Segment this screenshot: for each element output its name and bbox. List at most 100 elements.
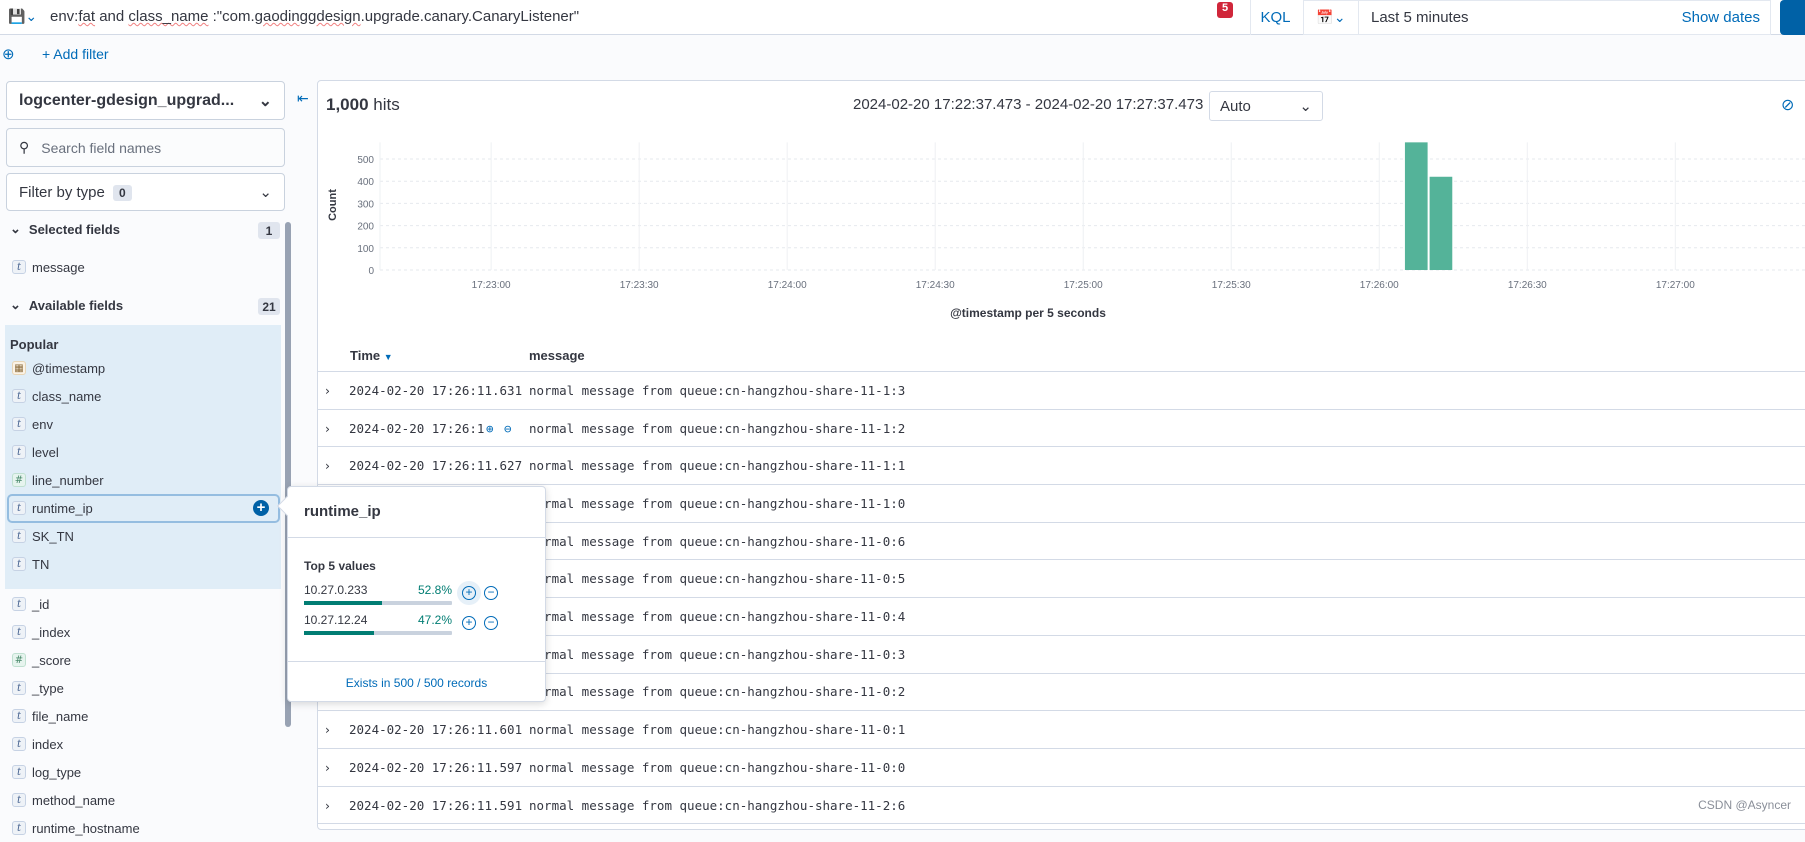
field-type-icon: t xyxy=(12,737,26,751)
field-name: class_name xyxy=(32,388,102,404)
field-name: _score xyxy=(32,652,72,668)
field-type-icon: t xyxy=(12,793,26,807)
field-item[interactable]: t _id xyxy=(12,590,49,618)
top-value: 10.27.0.233 xyxy=(304,583,368,597)
top-value-item: 10.27.12.24 47.2% xyxy=(304,613,452,627)
field-name: SK_TN xyxy=(32,528,74,544)
table-row[interactable]: › 2024-02-20 17:26:11.591 normal message f… xyxy=(317,787,1805,825)
field-item[interactable]: t _type xyxy=(12,674,64,702)
field-item[interactable]: ▦ @timestamp xyxy=(12,354,105,382)
field-name: _index xyxy=(32,624,71,640)
y-tick-label: 0 xyxy=(368,266,374,277)
field-name: file_name xyxy=(32,708,89,724)
field-item[interactable]: t index xyxy=(12,730,63,758)
field-type-icon: ▦ xyxy=(12,361,26,375)
column-message[interactable]: message xyxy=(529,348,585,363)
field-type-icon: t xyxy=(12,821,26,835)
row-message: normal message from queue:cn-hangzhou-sh… xyxy=(529,646,906,662)
expand-row-icon[interactable]: › xyxy=(325,798,330,813)
row-message: normal message from queue:cn-hangzhou-sh… xyxy=(529,609,906,625)
field-item[interactable]: t class_name xyxy=(12,382,101,410)
filter-out-value-icon[interactable]: − xyxy=(484,616,498,630)
y-tick-label: 300 xyxy=(357,199,374,210)
field-item[interactable]: t runtime_hostname xyxy=(12,814,140,842)
y-tick-label: 100 xyxy=(357,244,374,255)
field-type-icon: t xyxy=(12,681,26,695)
field-item[interactable]: t TN xyxy=(12,550,49,578)
table-header: Time ▼ message xyxy=(317,338,1805,372)
top-value-item: 10.27.0.233 52.8% xyxy=(304,583,452,597)
table-row[interactable]: › 2024-02-20 17:26:11 ⊕ ⊖ normal message fro… xyxy=(317,410,1805,448)
row-message: normal message from queue:cn-hangzhou-sh… xyxy=(529,722,906,738)
field-type-icon: t xyxy=(12,765,26,779)
field-popover: runtime_ip Top 5 values 10.27.0.233 52.8%… xyxy=(277,486,546,702)
field-type-icon: # xyxy=(12,653,26,667)
filter-for-value-icon[interactable]: ⊕ xyxy=(484,420,496,436)
y-tick-label: 500 xyxy=(357,155,374,166)
field-name: runtime_hostname xyxy=(32,820,140,836)
top-value-pct: 52.8% xyxy=(417,583,452,597)
x-tick-label: 17:27:00 xyxy=(1656,280,1695,291)
top-value: 10.27.12.24 xyxy=(304,613,368,627)
x-axis-label: @timestamp per 5 seconds xyxy=(950,306,1106,320)
field-type-icon: t xyxy=(12,709,26,723)
field-item[interactable]: t method_name xyxy=(12,786,115,814)
sort-desc-icon[interactable]: ▼ xyxy=(384,352,393,362)
add-field-icon[interactable]: + xyxy=(253,500,269,516)
field-item[interactable]: # _score xyxy=(12,646,71,674)
x-tick-label: 17:26:00 xyxy=(1360,280,1399,291)
field-item[interactable]: t _index xyxy=(12,618,70,646)
top-value-pct: 47.2% xyxy=(417,613,452,627)
row-time: 2024-02-20 17:26:11.631 xyxy=(349,382,523,398)
row-message: normal message from queue:cn-hangzhou-sh… xyxy=(529,382,906,398)
field-name: method_name xyxy=(32,792,116,808)
field-name: level xyxy=(32,444,59,460)
filter-for-value-icon[interactable]: + xyxy=(462,616,476,630)
x-tick-label: 17:24:00 xyxy=(768,280,807,291)
x-tick-label: 17:25:00 xyxy=(1064,280,1103,291)
x-tick-label: 17:24:30 xyxy=(916,280,955,291)
field-type-icon: t xyxy=(12,625,26,639)
top-value-bar xyxy=(304,631,452,635)
column-time[interactable]: Time ▼ xyxy=(350,348,393,363)
row-message: normal message from queue:cn-hangzhou-sh… xyxy=(529,420,906,436)
filter-out-value-icon[interactable]: ⊖ xyxy=(504,421,512,436)
y-axis-label: Count xyxy=(327,189,339,221)
table-row[interactable]: › 2024-02-20 17:26:11.601 normal message f… xyxy=(317,711,1805,749)
row-message: normal message from queue:cn-hangzhou-sh… xyxy=(529,458,906,474)
field-item[interactable]: # line_number xyxy=(12,466,104,494)
field-item[interactable]: t runtime_ip xyxy=(12,494,93,522)
row-time: 2024-02-20 17:26:11.601 xyxy=(349,722,523,738)
expand-row-icon[interactable]: › xyxy=(325,458,330,473)
table-row[interactable]: › 2024-02-20 17:26:11.631 normal message f… xyxy=(317,372,1805,410)
filter-for-value-icon[interactable]: + xyxy=(462,586,476,600)
field-item[interactable]: t file_name xyxy=(12,702,88,730)
row-message: normal message from queue:cn-hangzhou-sh… xyxy=(529,797,906,813)
field-item[interactable]: t log_type xyxy=(12,758,81,786)
field-item[interactable]: t level xyxy=(12,438,59,466)
row-message: normal message from queue:cn-hangzhou-sh… xyxy=(529,684,906,700)
filter-out-value-icon[interactable]: − xyxy=(484,586,498,600)
expand-row-icon[interactable]: › xyxy=(325,760,330,775)
field-item[interactable]: t SK_TN xyxy=(12,522,74,550)
top-values-label: Top 5 values xyxy=(304,559,376,573)
row-message: normal message from queue:cn-hangzhou-sh… xyxy=(529,759,906,775)
expand-row-icon[interactable]: › xyxy=(325,722,330,737)
exists-in-records[interactable]: Exists in 500 / 500 records xyxy=(288,676,545,690)
field-type-icon: t xyxy=(12,445,26,459)
field-name: @timestamp xyxy=(32,360,106,376)
field-item[interactable]: t env xyxy=(12,410,53,438)
table-row[interactable]: › 2024-02-20 17:26:11.627 normal message f… xyxy=(317,447,1805,486)
expand-row-icon[interactable]: › xyxy=(325,383,330,398)
histogram-chart: 0 100 200 300 400 500 17:23:00 17:23:30 17:24:00… xyxy=(327,142,1805,320)
row-time: 2024-02-20 17:26:11.591 xyxy=(349,797,523,813)
x-tick-label: 17:23:30 xyxy=(620,280,659,291)
field-name: _type xyxy=(32,680,64,696)
expand-row-icon[interactable]: › xyxy=(325,421,330,436)
field-type-icon: t xyxy=(12,529,26,543)
table-row[interactable]: › 2024-02-20 17:26:11.597 normal message f… xyxy=(317,749,1805,787)
field-name: _id xyxy=(32,596,50,612)
row-message: normal message from queue:cn-hangzhou-sh… xyxy=(529,495,906,511)
field-type-icon: t xyxy=(12,597,26,611)
row-time: 2024-02-20 17:26:11.597 xyxy=(349,759,523,775)
